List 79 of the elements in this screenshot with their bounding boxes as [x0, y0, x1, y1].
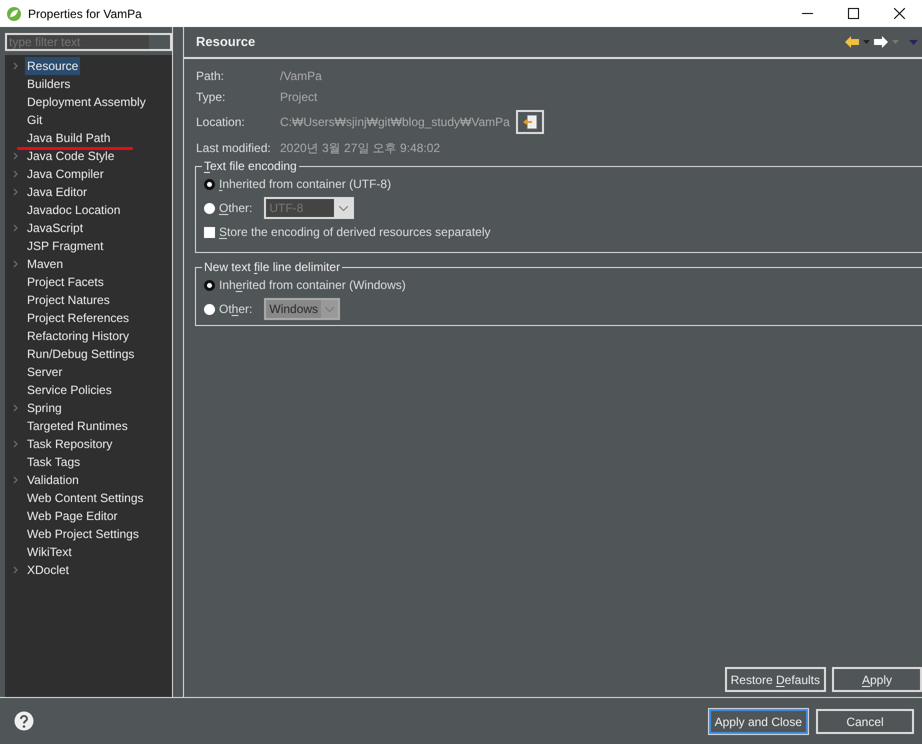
chevron-icon[interactable] — [12, 404, 18, 412]
chevron-down-icon — [325, 306, 334, 312]
apply-and-close-button[interactable]: Apply and Close — [708, 708, 808, 734]
chevron-icon[interactable] — [12, 566, 18, 574]
tree-item[interactable]: Java Code Style — [5, 147, 116, 165]
dropdown-icon[interactable] — [863, 40, 870, 44]
minimize-icon[interactable] — [802, 13, 812, 14]
field-label: Location: — [196, 114, 246, 131]
option-label: Store the encoding of derived resources separately — [219, 224, 491, 241]
tree-item[interactable]: Validation — [5, 471, 81, 489]
page-title: Resource — [196, 33, 256, 52]
maximize-icon[interactable] — [848, 8, 858, 19]
apply-button[interactable]: Apply — [832, 667, 922, 692]
tree-item[interactable]: Builders — [5, 75, 72, 93]
tree-item[interactable]: Run/Debug Settings — [5, 345, 136, 363]
tree-item[interactable]: Refactoring History — [5, 327, 132, 345]
chevron-icon[interactable] — [12, 440, 18, 448]
radio-button[interactable] — [204, 202, 215, 214]
option-label: Other: — [219, 301, 252, 318]
tree-item[interactable]: Git — [5, 111, 44, 129]
tree-item[interactable]: Web Content Settings — [5, 489, 146, 507]
tree-item[interactable]: Web Project Settings — [5, 525, 141, 543]
tree-item[interactable]: Project Facets — [5, 273, 106, 291]
chevron-icon[interactable] — [12, 476, 18, 484]
tree-item[interactable]: Task Tags — [5, 453, 82, 471]
checkbox[interactable] — [204, 226, 215, 238]
tree-item[interactable]: Task Repository — [5, 435, 114, 453]
view-menu-icon[interactable] — [909, 40, 918, 44]
field-label: Path: — [196, 68, 226, 84]
tree-item[interactable]: Java Build Path — [5, 129, 112, 147]
chevron-icon[interactable] — [12, 188, 18, 196]
back-arrow-icon[interactable] — [845, 36, 859, 48]
field-value: Project — [280, 88, 318, 106]
tree-item[interactable]: JSP Fragment — [5, 237, 106, 255]
field-value: /VamPa — [280, 68, 322, 84]
chevron-down-icon — [338, 206, 348, 210]
option-label: Other: — [219, 200, 252, 217]
group-title: Text file encoding — [203, 160, 298, 172]
dropdown-icon[interactable] — [892, 40, 899, 44]
option-label: Inherited from container (Windows) — [219, 277, 406, 294]
tree-item[interactable]: Project Natures — [5, 291, 112, 309]
field-label: Last modified: — [196, 140, 272, 156]
field-value: C:₩Users₩sjinj₩git₩blog_study₩VamPa — [280, 114, 510, 131]
show-in-explorer-button[interactable] — [516, 110, 544, 134]
radio-button[interactable] — [204, 304, 215, 314]
chevron-icon[interactable] — [12, 260, 18, 268]
tree-item[interactable]: Targeted Runtimes — [5, 417, 130, 435]
tree-item[interactable]: Server — [5, 363, 64, 381]
file-arrow-icon — [522, 114, 538, 130]
radio-button[interactable] — [204, 178, 215, 190]
cancel-button[interactable]: Cancel — [816, 708, 914, 734]
tree-item[interactable]: JavaScript — [5, 219, 86, 237]
chevron-icon[interactable] — [12, 224, 18, 232]
restore-defaults-button[interactable]: Restore Defaults — [724, 667, 826, 692]
chevron-icon[interactable] — [12, 152, 18, 160]
radio-button[interactable] — [204, 280, 215, 290]
tree-item[interactable]: Maven — [5, 255, 66, 273]
forward-arrow-icon[interactable] — [874, 36, 888, 48]
tree-item[interactable]: Java Editor — [5, 183, 90, 201]
window-title: Properties for VamPa — [28, 6, 142, 22]
tree-item[interactable]: Service Policies — [5, 381, 114, 399]
leaf-logo-icon — [6, 6, 22, 22]
option-label: Inherited from container (UTF-8) — [219, 176, 392, 193]
tree-item[interactable]: WikiText — [5, 543, 74, 561]
tree-item[interactable]: Java Compiler — [5, 165, 106, 183]
tree-item[interactable]: XDoclet — [5, 561, 72, 579]
chevron-icon[interactable] — [12, 62, 18, 70]
help-icon[interactable] — [14, 711, 34, 731]
group-title: New text file line delimiter — [203, 261, 342, 273]
tree-item[interactable]: Javadoc Location — [5, 201, 122, 219]
tree-item[interactable]: Web Page Editor — [5, 507, 120, 525]
close-icon[interactable] — [894, 8, 904, 19]
tree-item[interactable]: Deployment Assembly — [5, 93, 148, 111]
encoding-dropdown[interactable]: Windows — [264, 298, 340, 320]
tree-item[interactable]: Project References — [5, 309, 132, 327]
field-label: Type: — [196, 88, 226, 106]
field-value: 2020년 3월 27일 오후 9:48:02 — [280, 140, 440, 156]
tree-item[interactable]: Spring — [5, 399, 64, 417]
chevron-icon[interactable] — [12, 170, 18, 178]
